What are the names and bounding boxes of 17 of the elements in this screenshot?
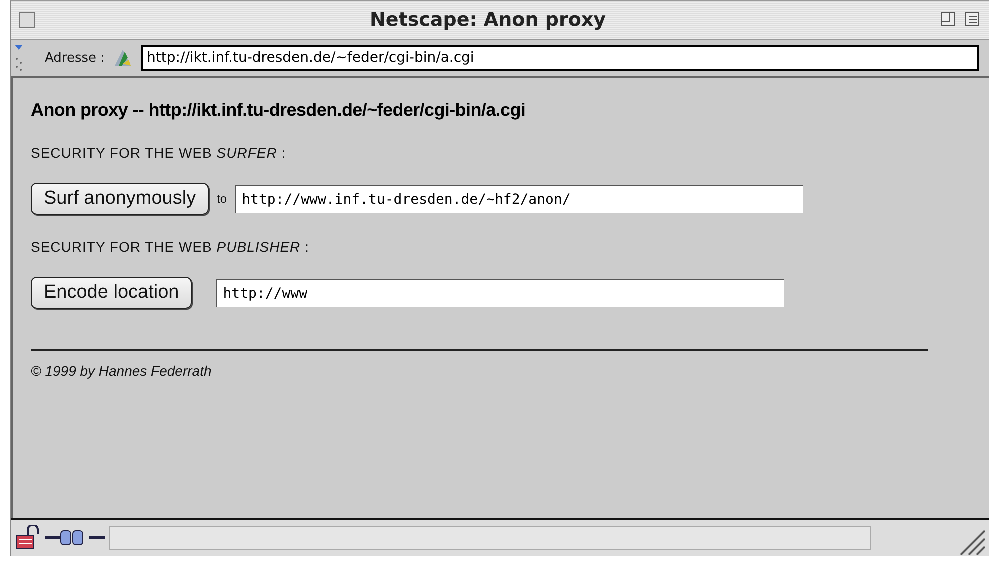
zoom-box-icon[interactable] [941, 12, 957, 28]
close-box[interactable] [19, 12, 35, 28]
window-title: Netscape: Anon proxy [368, 9, 608, 31]
section-caption: SECURITY FOR THE WEB PUBLISHER : [31, 239, 310, 255]
action-button[interactable]: Encode location [31, 277, 192, 309]
collapse-box-icon[interactable] [965, 12, 981, 28]
url-field[interactable]: http://www [216, 279, 784, 307]
address-field[interactable]: http://ikt.inf.tu-dresden.de/~feder/cgi-bin/a.cgi [141, 45, 979, 71]
section-caption: SECURITY FOR THE WEB SURFER : [31, 145, 288, 161]
page-heading: Anon proxy -- http://ikt.inf.tu-dresden.de/~feder/cgi-bin/a.cgi [31, 100, 527, 121]
copyright-text: © 1999 by Hannes Federrath [31, 363, 213, 379]
collapse-toolbar-icon[interactable] [14, 43, 24, 73]
to-label: to [217, 192, 228, 206]
url-field[interactable]: http://www.inf.tu-dresden.de/~hf2/anon/ [235, 185, 804, 213]
connection-plug-icon[interactable] [45, 528, 105, 548]
address-label: Adresse : [45, 50, 106, 66]
action-button[interactable]: Surf anonymously [31, 183, 210, 215]
